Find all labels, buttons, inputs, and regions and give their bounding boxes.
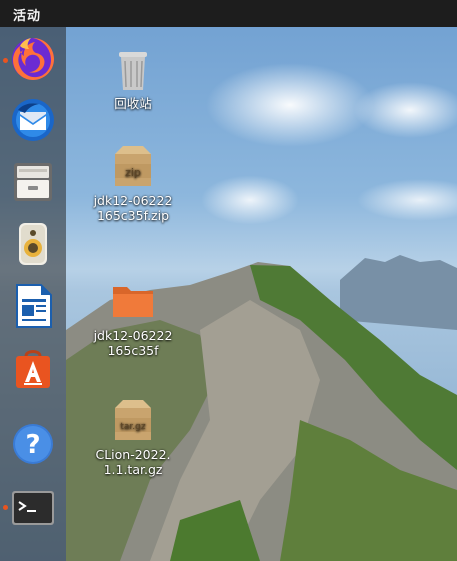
zip-archive-icon: zip <box>115 146 151 186</box>
dock-item-help[interactable]: ? <box>8 419 58 469</box>
dock-item-writer[interactable] <box>8 281 58 331</box>
trash-icon <box>119 52 147 90</box>
desktop-icon-trash[interactable]: 回收站 <box>88 45 178 111</box>
dock-item-thunderbird[interactable] <box>8 95 58 145</box>
software-bag-icon <box>16 350 50 388</box>
writer-document-icon <box>16 284 52 328</box>
thunderbird-icon <box>12 99 54 141</box>
tar-archive-icon: tar.gz <box>115 400 151 440</box>
wallpaper-mountain <box>66 255 457 561</box>
activities-button[interactable]: 活动 <box>13 5 41 24</box>
dock-item-files[interactable] <box>8 157 58 207</box>
file-cabinet-icon <box>14 163 52 201</box>
firefox-icon <box>12 38 54 80</box>
desktop-icon-tar[interactable]: tar.gz CLion-2022.1.1.tar.gz <box>88 396 178 477</box>
desktop-icon-folder[interactable]: jdk12-06222165c35f <box>88 277 178 358</box>
folder-icon <box>113 287 153 317</box>
help-icon: ? <box>13 424 53 464</box>
dock-item-firefox[interactable] <box>8 33 58 83</box>
terminal-icon <box>12 491 54 525</box>
dock-item-software[interactable] <box>8 343 58 393</box>
dock-item-terminal[interactable] <box>8 483 58 533</box>
desktop-icon-zip[interactable]: zip jdk12-06222165c35f.zip <box>88 142 178 223</box>
dock-item-rhythmbox[interactable] <box>8 219 58 269</box>
desktop-icon-label: 回收站 <box>114 96 152 111</box>
desktop-icon-label: jdk12-06222165c35f <box>93 328 173 358</box>
desktop-icon-label: jdk12-06222165c35f.zip <box>93 193 173 223</box>
svg-text:?: ? <box>25 430 40 460</box>
archive-badge: zip <box>125 166 141 179</box>
speaker-icon <box>19 223 47 265</box>
top-bar: 活动 <box>0 0 457 27</box>
desktop-icon-label: CLion-2022.1.1.tar.gz <box>95 447 171 477</box>
archive-badge: tar.gz <box>120 422 145 432</box>
dock: ? <box>0 27 66 561</box>
